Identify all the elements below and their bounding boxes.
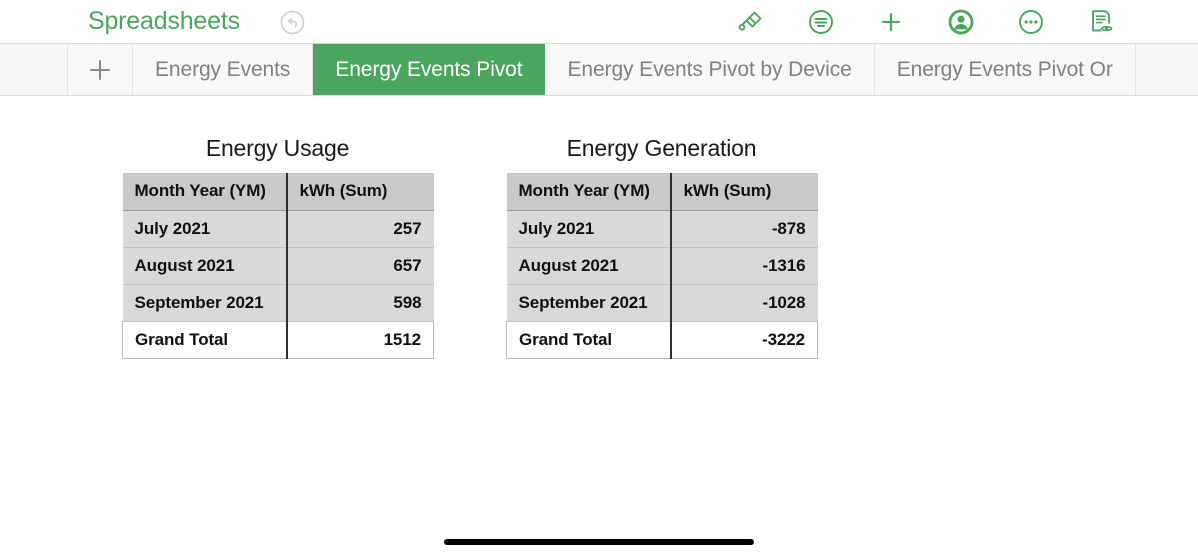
collaborate-button[interactable] [926, 0, 996, 44]
cell-kwh-sum[interactable]: 598 [287, 284, 434, 321]
table-row[interactable]: August 2021 -1316 [507, 247, 818, 284]
sheet-tab-label: Energy Events Pivot Or [897, 58, 1113, 82]
sheet-tab-energy-events-pivot-by-device[interactable]: Energy Events Pivot by Device [545, 44, 874, 95]
cell-grand-total-value[interactable]: -3222 [671, 321, 818, 358]
sheet-tab-bar: Energy Events Energy Events Pivot Energy… [0, 44, 1198, 96]
table-header-row: Month Year (YM) kWh (Sum) [507, 173, 818, 210]
table-header: Month Year (YM) kWh (Sum) [123, 173, 434, 210]
sheet-tab-energy-events[interactable]: Energy Events [133, 44, 313, 95]
table-row[interactable]: September 2021 -1028 [507, 284, 818, 321]
cell-grand-total-label[interactable]: Grand Total [507, 321, 671, 358]
pivot-table-energy-generation: Energy Generation Month Year (YM) kWh (S… [506, 135, 817, 359]
add-sheet-button[interactable] [68, 44, 133, 95]
preview-button[interactable] [1066, 0, 1136, 44]
app-header: Spreadsheets [0, 0, 1198, 44]
cell-kwh-sum[interactable]: 657 [287, 247, 434, 284]
home-indicator [444, 539, 754, 545]
undo-button[interactable] [280, 10, 305, 35]
pivot-title: Energy Usage [122, 135, 433, 162]
cell-month-year[interactable]: July 2021 [123, 210, 287, 247]
table-row[interactable]: July 2021 -878 [507, 210, 818, 247]
plus-icon [877, 8, 905, 36]
table-header: Month Year (YM) kWh (Sum) [507, 173, 818, 210]
cell-month-year[interactable]: September 2021 [123, 284, 287, 321]
more-button[interactable] [996, 0, 1066, 44]
cell-month-year[interactable]: July 2021 [507, 210, 671, 247]
cell-month-year[interactable]: August 2021 [507, 247, 671, 284]
cell-grand-total-label[interactable]: Grand Total [123, 321, 287, 358]
cell-kwh-sum[interactable]: -1316 [671, 247, 818, 284]
more-ellipsis-icon [1017, 8, 1045, 36]
table-total-row[interactable]: Grand Total 1512 [123, 321, 434, 358]
sheet-tab-label: Energy Events Pivot by Device [567, 58, 851, 82]
cell-grand-total-value[interactable]: 1512 [287, 321, 434, 358]
table-row[interactable]: August 2021 657 [123, 247, 434, 284]
tab-bar-leading-spacer [0, 44, 68, 95]
add-button[interactable] [856, 0, 926, 44]
insert-button[interactable] [786, 0, 856, 44]
sheet-tab-label: Energy Events [155, 58, 290, 82]
table-total-row[interactable]: Grand Total -3222 [507, 321, 818, 358]
cell-month-year[interactable]: September 2021 [507, 284, 671, 321]
column-header-month-year[interactable]: Month Year (YM) [123, 173, 287, 210]
sheet-tab-energy-events-pivot-or[interactable]: Energy Events Pivot Or [875, 44, 1136, 95]
pivot-table[interactable]: Month Year (YM) kWh (Sum) July 2021 257 … [122, 173, 434, 359]
pivot-table-energy-usage: Energy Usage Month Year (YM) kWh (Sum) J… [122, 135, 433, 359]
table-body: July 2021 -878 August 2021 -1316 Septemb… [507, 210, 818, 358]
cell-kwh-sum[interactable]: -1028 [671, 284, 818, 321]
format-button[interactable] [716, 0, 786, 44]
column-header-kwh-sum[interactable]: kWh (Sum) [671, 173, 818, 210]
table-row[interactable]: September 2021 598 [123, 284, 434, 321]
table-header-row: Month Year (YM) kWh (Sum) [123, 173, 434, 210]
insert-menu-icon [807, 8, 835, 36]
collaborate-user-icon [946, 7, 976, 37]
cell-month-year[interactable]: August 2021 [123, 247, 287, 284]
table-body: July 2021 257 August 2021 657 September … [123, 210, 434, 358]
column-header-kwh-sum[interactable]: kWh (Sum) [287, 173, 434, 210]
column-header-month-year[interactable]: Month Year (YM) [507, 173, 671, 210]
sheet-canvas[interactable]: Energy Usage Month Year (YM) kWh (Sum) J… [0, 96, 1198, 554]
sheet-tab-energy-events-pivot[interactable]: Energy Events Pivot [313, 44, 545, 95]
app-title: Spreadsheets [88, 7, 240, 36]
undo-circle-icon [280, 10, 305, 35]
document-preview-eye-icon [1087, 7, 1115, 37]
pivot-table[interactable]: Month Year (YM) kWh (Sum) July 2021 -878… [506, 173, 818, 359]
table-row[interactable]: July 2021 257 [123, 210, 434, 247]
cell-kwh-sum[interactable]: -878 [671, 210, 818, 247]
toolbar-icon-group [716, 0, 1136, 44]
cell-kwh-sum[interactable]: 257 [287, 210, 434, 247]
format-paintbrush-icon [737, 8, 765, 36]
sheet-tab-label: Energy Events Pivot [335, 58, 522, 82]
pivot-title: Energy Generation [506, 135, 817, 162]
plus-icon [87, 57, 113, 83]
